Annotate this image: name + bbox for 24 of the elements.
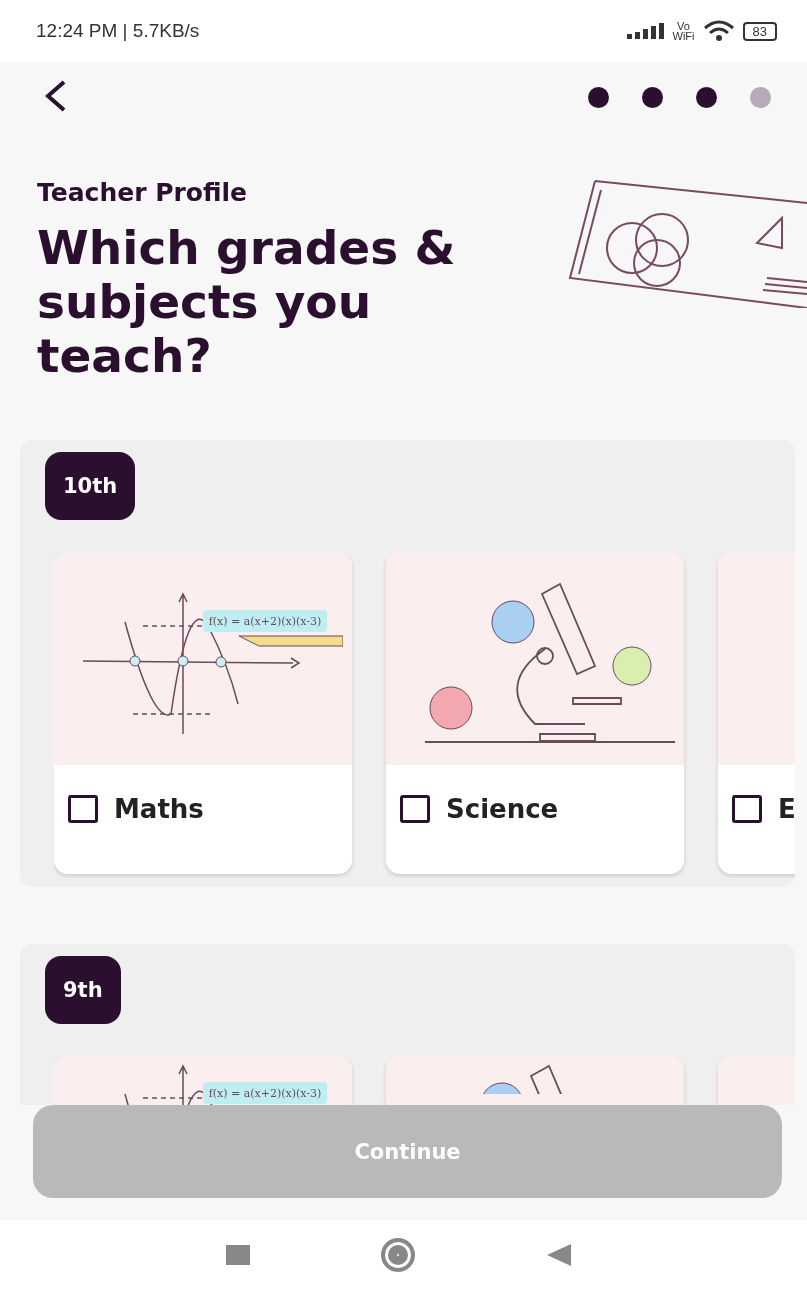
subject-label: E xyxy=(778,795,795,823)
formula-text: f(x) = a(x+2)(x)(x-3) xyxy=(208,614,322,628)
signal-icon xyxy=(626,23,665,39)
subject-label: Maths xyxy=(114,795,204,823)
wifi-icon xyxy=(702,20,735,42)
battery-indicator: 83 xyxy=(742,21,777,41)
subject-label: Science xyxy=(446,795,559,823)
grade-label: 10th xyxy=(45,452,136,520)
vowifi-label: Vo WiFi xyxy=(672,21,695,41)
back-icon[interactable] xyxy=(547,1244,572,1266)
checkbox[interactable] xyxy=(400,795,430,823)
subject-card[interactable]: f(x) = a(x+2)(x)(x-3) xyxy=(54,1056,352,1105)
subject-card[interactable]: E xyxy=(718,552,795,874)
page-title: Which grades & subjects you teach? xyxy=(37,221,457,383)
status-time: 12:24 PM | 5.7KB/s xyxy=(36,20,200,42)
subject-card[interactable]: Science xyxy=(386,552,684,874)
section-label: Teacher Profile xyxy=(37,178,249,208)
recents-icon[interactable] xyxy=(225,1245,250,1265)
checkbox[interactable] xyxy=(732,795,762,823)
grade-label: 9th xyxy=(45,956,121,1024)
checkbox[interactable] xyxy=(68,795,98,823)
home-icon[interactable] xyxy=(381,1238,416,1272)
subject-card[interactable]: f(x) = a(x+2)(x)(x-3) Maths xyxy=(54,552,352,874)
formula-text: f(x) = a(x+2)(x)(x-3) xyxy=(208,1087,322,1100)
